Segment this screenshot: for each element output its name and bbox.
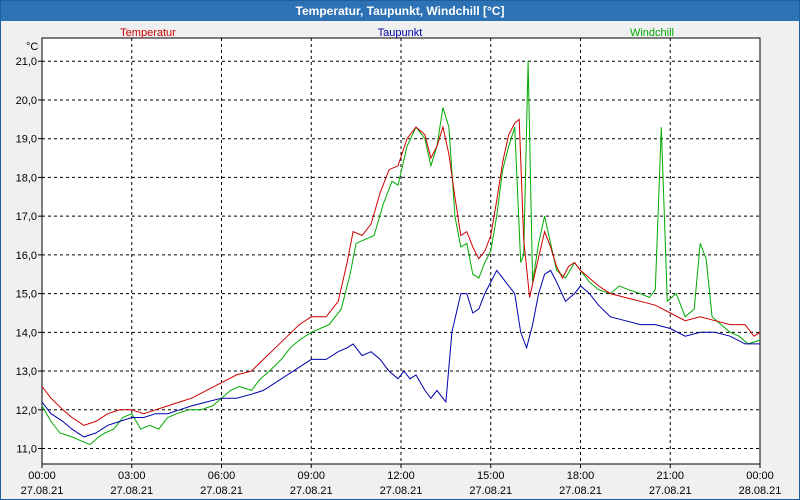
x-tick-date: 27.08.21	[559, 485, 602, 497]
legend-temperatur: Temperatur	[120, 27, 176, 39]
chart-canvas: 11,0 12,0 13,0 14,0 15,0 16,0 17,0 18,0 19,0 20,0…	[16, 27, 782, 497]
y-tick-label: 13,0	[16, 366, 37, 378]
y-tick-label: 12,0	[16, 405, 37, 417]
y-tick-label: 11,0	[16, 444, 37, 456]
y-tick-label: 20,0	[16, 95, 37, 107]
y-tick-label: 16,0	[16, 250, 37, 262]
x-tick-time: 12:00	[387, 470, 415, 482]
y-tick-label: 17,0	[16, 211, 37, 223]
legend-taupunkt: Taupunkt	[378, 27, 423, 39]
y-tick-label: 14,0	[16, 327, 37, 339]
y-tick-label: 18,0	[16, 172, 37, 184]
x-tick-date: 28.08.21	[739, 485, 782, 497]
legend-windchill: Windchill	[630, 27, 674, 39]
y-axis-unit: °C	[26, 41, 38, 53]
x-tick-date: 27.08.21	[649, 485, 692, 497]
y-tick-label: 15,0	[16, 289, 37, 301]
x-tick-time: 18:00	[567, 470, 595, 482]
x-tick-time: 06:00	[208, 470, 236, 482]
x-tick-date: 27.08.21	[110, 485, 153, 497]
y-tick-label: 19,0	[16, 134, 37, 146]
x-tick-time: 15:00	[477, 470, 505, 482]
x-tick-date: 27.08.21	[200, 485, 243, 497]
x-tick-date: 27.08.21	[290, 485, 333, 497]
y-axis-ticks: 11,0 12,0 13,0 14,0 15,0 16,0 17,0 18,0 19,0 20,0…	[16, 56, 42, 456]
x-tick-time: 00:00	[746, 470, 774, 482]
x-tick-time: 21:00	[656, 470, 684, 482]
x-axis-ticks: 00:00 27.08.21 03:00 27.08.21 06:00 27.08.21 0…	[21, 464, 782, 497]
x-tick-date: 27.08.21	[21, 485, 64, 497]
x-tick-date: 27.08.21	[469, 485, 512, 497]
x-tick-time: 00:00	[28, 470, 56, 482]
x-tick-date: 27.08.21	[380, 485, 423, 497]
x-tick-time: 03:00	[118, 470, 146, 482]
x-tick-time: 09:00	[297, 470, 325, 482]
y-tick-label: 21,0	[16, 56, 37, 68]
